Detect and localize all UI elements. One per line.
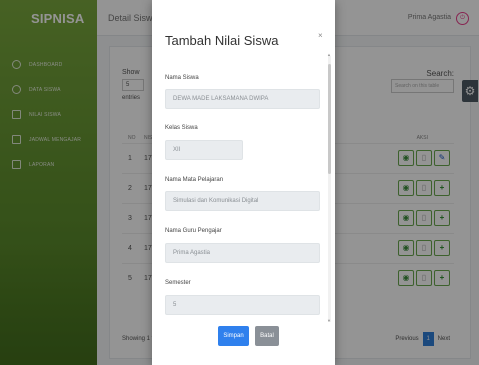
scroll-down-icon[interactable]: ▼ <box>327 318 331 323</box>
add-grade-modal: Tambah Nilai Siswa × ▲ ▼ Nama Siswa DEWA… <box>152 0 335 365</box>
modal-scrollbar[interactable] <box>328 56 331 322</box>
semester-field[interactable]: 5 <box>165 295 320 315</box>
teacher-field[interactable]: Prima Agastia <box>165 243 320 263</box>
scrollbar-thumb[interactable] <box>328 64 331 174</box>
cancel-button[interactable]: Batal <box>255 326 279 346</box>
semester-label: Semester <box>165 280 191 286</box>
class-field[interactable]: XII <box>165 140 243 160</box>
teacher-label: Nama Guru Pengajar <box>165 228 222 234</box>
modal-title: Tambah Nilai Siswa <box>165 33 279 48</box>
subject-label: Nama Mata Pelajaran <box>165 177 224 183</box>
class-label: Kelas Siswa <box>165 125 198 131</box>
save-button[interactable]: Simpan <box>218 326 249 346</box>
student-name-field[interactable]: DEWA MADE LAKSAMANA DWIPA <box>165 89 320 109</box>
student-name-label: Nama Siswa <box>165 75 199 81</box>
close-icon[interactable]: × <box>318 31 323 40</box>
subject-field[interactable]: Simulasi dan Komunikasi Digital <box>165 191 320 211</box>
